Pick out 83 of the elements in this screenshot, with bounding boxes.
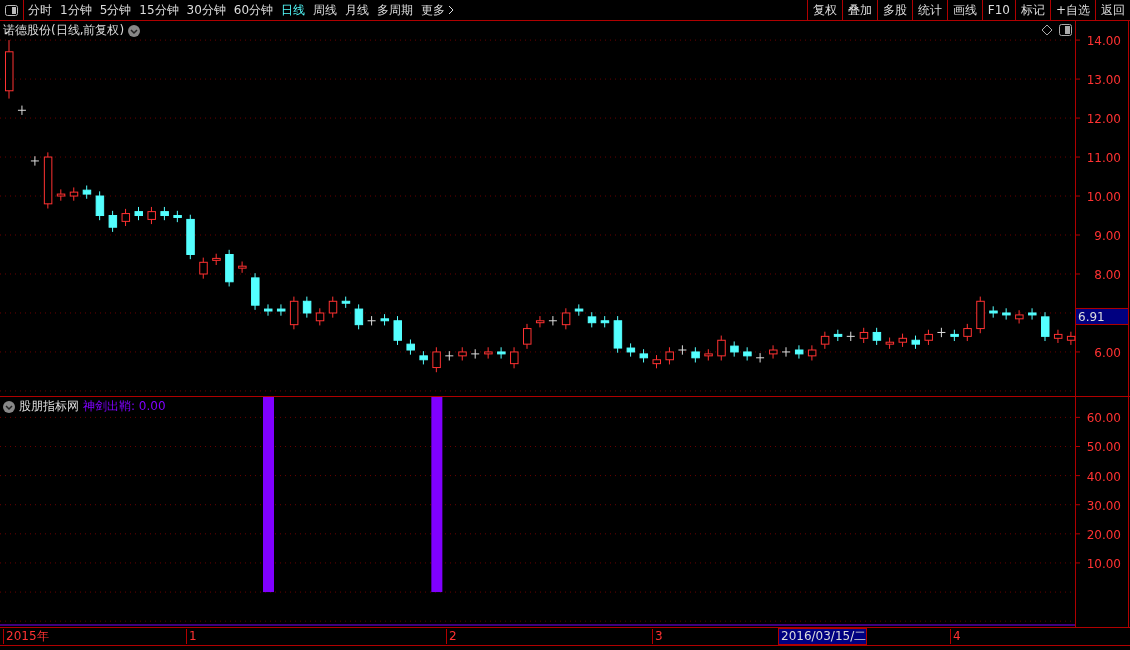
toolbar-button[interactable]: 叠加 <box>841 0 877 20</box>
candlestick <box>548 315 558 326</box>
period-tab[interactable]: 60分钟 <box>229 1 278 19</box>
candlestick <box>523 323 532 350</box>
toolbar-button[interactable]: 统计 <box>911 0 947 20</box>
price-axis-label: 8.00 <box>1094 268 1121 282</box>
candlestick <box>1041 311 1050 342</box>
toolbar-button[interactable]: 返回 <box>1095 0 1130 20</box>
candlestick <box>302 296 312 319</box>
period-tab[interactable]: 月线 <box>341 1 374 19</box>
date-label: 4 <box>950 629 961 644</box>
candlestick <box>561 307 571 330</box>
candlestick <box>535 315 545 328</box>
toolbar-button[interactable]: 多股 <box>876 0 912 20</box>
price-axis-label: 11.00 <box>1086 151 1121 166</box>
price-axis-label: 14.00 <box>1086 34 1121 49</box>
candlestick <box>17 105 27 116</box>
period-tab[interactable]: 周线 <box>309 1 342 19</box>
date-label: 2 <box>446 629 457 644</box>
axis-label: 20.00 <box>1086 527 1121 542</box>
indicator-value: 神剑出鞘: 0.00 <box>83 398 166 415</box>
price-axis-label: 12.00 <box>1086 112 1121 127</box>
price-axis-label: 9.00 <box>1094 229 1121 243</box>
candlestick <box>794 344 804 360</box>
candlestick <box>1053 329 1063 344</box>
axis-label: 40.00 <box>1086 469 1121 484</box>
period-tab[interactable]: 30分钟 <box>182 1 230 19</box>
candlestick <box>717 335 726 362</box>
candlestick <box>354 303 364 330</box>
toolbar-button[interactable]: 复权 <box>806 0 842 20</box>
date-label: 3 <box>652 629 663 644</box>
axis-label: 60.00 <box>1086 411 1121 426</box>
chevron-icon <box>448 5 455 15</box>
toolbar-button[interactable]: +自选 <box>1049 0 1095 20</box>
candlestick <box>1066 331 1076 346</box>
price-tag: 6.91 <box>1075 308 1129 325</box>
toolbar-button[interactable]: 标记 <box>1014 0 1050 20</box>
candlestick <box>781 346 791 358</box>
diamond-icon[interactable] <box>1041 24 1053 36</box>
candlestick <box>108 210 118 233</box>
indicator-source: 股朋指标网 <box>19 398 79 415</box>
candlestick <box>1015 309 1024 324</box>
candlestick <box>328 296 338 319</box>
candlestick <box>30 155 40 167</box>
candlestick <box>820 331 830 350</box>
candlestick <box>199 257 208 280</box>
candlestick <box>807 344 817 362</box>
axis-label: 50.00 <box>1086 440 1121 455</box>
period-tab[interactable]: 多周期 <box>373 1 418 19</box>
axis-label: 30.00 <box>1086 498 1121 513</box>
cursor-date: 2016/03/15/二 <box>778 628 868 645</box>
price-axis-label: 13.00 <box>1086 73 1121 88</box>
candlestick <box>444 350 454 362</box>
date-label: 2015年 <box>3 629 49 644</box>
period-tab[interactable]: 5分钟 <box>95 1 136 19</box>
candlestick <box>432 346 441 373</box>
candlestick <box>755 352 765 363</box>
period-tab[interactable]: 日线 <box>277 1 310 19</box>
period-tab[interactable]: 1分钟 <box>56 1 96 19</box>
candlestick <box>289 296 299 330</box>
candlestick <box>238 261 247 274</box>
period-tab[interactable]: 分时 <box>24 1 56 19</box>
toolbar-button[interactable]: F10 <box>981 0 1015 20</box>
dropdown-icon[interactable] <box>128 24 141 37</box>
axis-label: 10.00 <box>1086 556 1121 571</box>
candlestick <box>95 190 105 221</box>
panel-toggle-icon[interactable] <box>1059 24 1072 36</box>
candlestick <box>393 315 402 346</box>
period-tab[interactable]: 更多 <box>417 1 459 19</box>
candlestick <box>510 346 519 369</box>
candlestick <box>276 303 286 317</box>
price-axis-label: 10.00 <box>1086 190 1121 205</box>
toolbar-button[interactable]: 画线 <box>946 0 982 20</box>
panel-toggle-icon[interactable] <box>5 4 18 16</box>
period-tab[interactable]: 15分钟 <box>135 1 183 19</box>
candlestick <box>1028 307 1037 321</box>
price-axis-label: 6.00 <box>1094 345 1121 360</box>
candlestick <box>497 346 506 360</box>
dropdown-icon[interactable] <box>3 400 15 413</box>
date-label: 1 <box>186 629 197 644</box>
candlestick <box>264 303 273 317</box>
candlestick <box>769 344 778 360</box>
chart-title: 诺德股份(日线,前复权) <box>3 22 125 39</box>
